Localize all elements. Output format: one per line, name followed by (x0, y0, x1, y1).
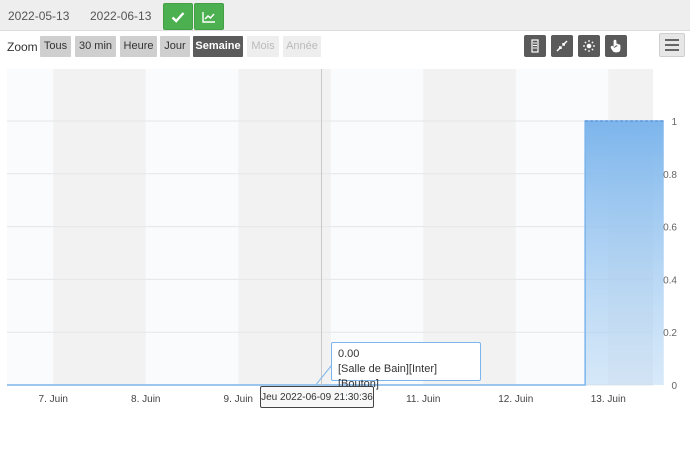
bars-tool-button[interactable] (524, 35, 546, 57)
x-tick-label: 13. Juin (591, 394, 626, 405)
zoom-label: Zoom (7, 40, 38, 54)
y-tick-label: 1 (671, 117, 677, 128)
hamburger-menu-icon (665, 39, 679, 41)
shrink-arrows-icon (556, 40, 568, 52)
x-tick-label: 11. Juin (406, 394, 440, 405)
y-tick-label: 0.8 (663, 170, 677, 181)
zoom-hour-button[interactable]: Heure (120, 36, 157, 57)
zoom-year-button[interactable]: Année (283, 36, 321, 57)
x-tick-label: 12. Juin (498, 394, 533, 405)
crosshair-date-label: Jeu 2022-06-09 21:30:36 (260, 386, 374, 408)
sun-tool-button[interactable] (578, 35, 600, 57)
x-tick-label: 9. Juin (224, 394, 253, 405)
tooltip-value: 0.00 (338, 348, 360, 360)
shrink-tool-button[interactable] (551, 35, 573, 57)
export-menu-button[interactable] (659, 33, 685, 57)
date-range-bar: 2022-05-13 2022-06-13 (0, 0, 690, 31)
bars-icon (531, 39, 539, 53)
compare-button[interactable] (194, 3, 224, 30)
hand-pointer-icon (610, 39, 621, 53)
line-chart-icon (202, 11, 215, 23)
end-date-input[interactable]: 2022-06-13 (82, 4, 166, 28)
sun-icon (583, 40, 595, 52)
y-tick-label: 0.2 (663, 328, 677, 339)
zoom-all-button[interactable]: Tous (40, 36, 71, 57)
zoom-month-button[interactable]: Mois (247, 36, 279, 57)
apply-range-button[interactable] (163, 3, 193, 30)
zoom-week-button[interactable]: Semaine (193, 36, 243, 57)
check-icon (171, 11, 185, 23)
start-date-input[interactable]: 2022-05-13 (0, 4, 80, 28)
pointer-tool-button[interactable] (605, 35, 627, 57)
zoom-30min-button[interactable]: 30 min (75, 36, 116, 57)
data-tooltip: 0.00 [Salle de Bain][Inter][Bouton] (331, 342, 481, 390)
y-tick-label: 0 (671, 381, 677, 392)
y-tick-label: 0.4 (663, 275, 677, 286)
x-tick-label: 7. Juin (39, 394, 68, 405)
y-tick-label: 0.6 (663, 223, 677, 234)
x-tick-label: 8. Juin (131, 394, 160, 405)
zoom-day-button[interactable]: Jour (160, 36, 190, 57)
